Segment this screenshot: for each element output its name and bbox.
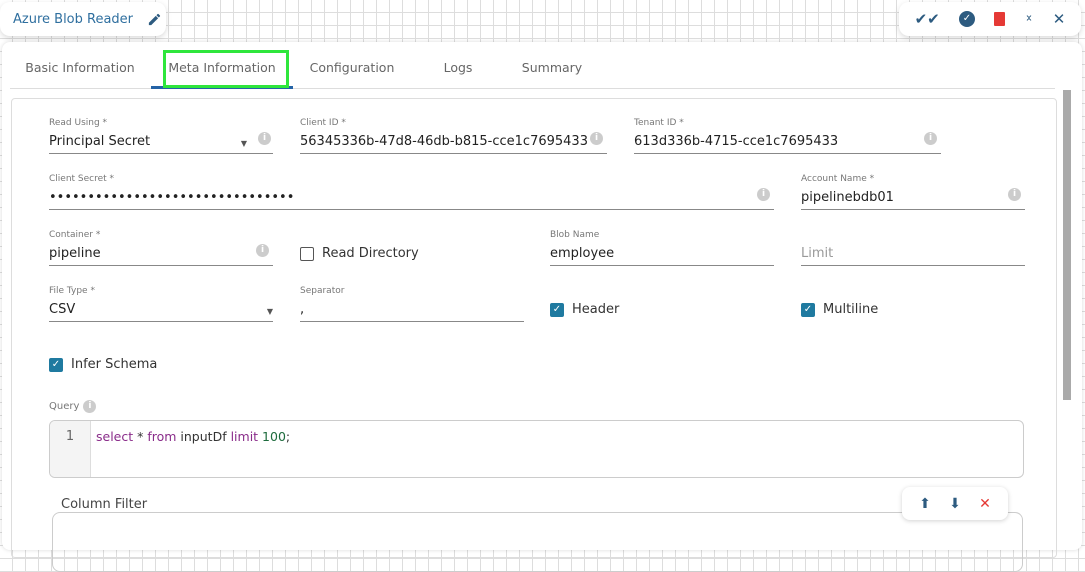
query-label-row: Query i (49, 400, 97, 413)
field-label: Client Secret * (49, 174, 115, 184)
column-filter-fieldset (52, 512, 1023, 572)
clear-x-icon[interactable]: ✕ (979, 496, 991, 512)
window-actions: ✔✔ ✓ ⌄ ⌃ ✕ (899, 2, 1081, 36)
field-value: CSV (49, 302, 76, 317)
component-title-box: Azure Blob Reader (0, 2, 166, 36)
field-value: , (300, 302, 305, 317)
checkbox-checked-icon[interactable]: ✓ (801, 302, 815, 317)
edit-pencil-icon[interactable] (147, 12, 162, 27)
meta-form (11, 98, 1057, 558)
account-name-input[interactable]: Account Name * pipelinebdb01 i (801, 174, 1025, 210)
checkbox-label: Read Directory (322, 246, 419, 261)
checkbox-box[interactable] (300, 246, 314, 261)
checkbox-label: Multiline (823, 302, 879, 317)
close-icon[interactable]: ✕ (1053, 10, 1066, 28)
keyword: limit (230, 429, 259, 444)
file-type-select[interactable]: File Type * CSV ▼ (49, 286, 273, 322)
client-secret-input[interactable]: Client Secret * ••••••••••••••••••••••••… (49, 174, 774, 210)
field-label: Blob Name (550, 230, 600, 240)
code-text: inputDf (176, 429, 231, 444)
keyword: select (96, 429, 134, 444)
checkbox-label: Header (572, 302, 620, 317)
field-value: 56345336b-47d8-46db-b815-cce1c7695433 (300, 134, 588, 149)
info-icon: i (258, 132, 271, 145)
field-value: Principal Secret (49, 134, 151, 149)
code-text: * (133, 429, 148, 444)
checkbox-checked-icon[interactable]: ✓ (550, 302, 564, 317)
field-value: pipelinebdb01 (801, 190, 894, 205)
caret-down-icon: ▼ (240, 139, 247, 148)
tab-basic-information[interactable]: Basic Information (20, 50, 140, 89)
limit-placeholder: Limit (801, 246, 834, 261)
scrollbar[interactable] (1063, 90, 1071, 400)
component-title: Azure Blob Reader (13, 11, 134, 27)
field-label: Container * (49, 230, 101, 240)
query-editor[interactable]: 1 select * from inputDf limit 100; (49, 420, 1024, 478)
field-value: 613d336b-4715-cce1c7695433 (634, 134, 839, 149)
field-label: Read Using * (49, 118, 108, 128)
tenant-id-input[interactable]: Tenant ID * 613d336b-4715-cce1c7695433 i (634, 118, 941, 154)
field-value: employee (550, 246, 615, 261)
field-label: Client ID * (300, 118, 346, 128)
cloud-upload-icon[interactable]: ⬆ (919, 496, 931, 512)
container-input[interactable]: Container * pipeline i (49, 230, 273, 266)
column-filter-label: Column Filter (58, 497, 151, 512)
info-icon: i (1008, 188, 1021, 201)
field-value: pipeline (49, 246, 101, 261)
checkbox-label: Infer Schema (71, 357, 158, 372)
save-check-circle-icon[interactable]: ✓ (958, 11, 975, 27)
tab-logs[interactable]: Logs (430, 50, 486, 89)
column-filter-actions: ⬆ ⬇ ✕ (902, 487, 1008, 520)
keyword: from (147, 429, 177, 444)
field-label: File Type * (49, 286, 95, 296)
highlight-box (163, 50, 289, 88)
query-code[interactable]: select * from inputDf limit 100; (91, 421, 295, 477)
limit-input[interactable]: Limit (801, 230, 1025, 266)
field-label: Account Name * (801, 174, 875, 184)
field-label: Tenant ID * (634, 118, 684, 128)
blob-name-input[interactable]: Blob Name employee (550, 230, 774, 266)
info-icon: i (256, 244, 269, 257)
delete-trash-icon[interactable] (994, 12, 1006, 26)
field-label: Separator (300, 286, 345, 296)
info-icon: i (757, 188, 770, 201)
separator-input[interactable]: Separator , (300, 286, 524, 322)
client-id-input[interactable]: Client ID * 56345336b-47d8-46db-b815-cce… (300, 118, 607, 154)
infer-schema-checkbox[interactable]: ✓ Infer Schema (49, 357, 157, 372)
line-number: 1 (50, 421, 91, 477)
cloud-download-icon[interactable]: ⬇ (949, 496, 961, 512)
info-icon: i (590, 132, 603, 145)
collapse-icon[interactable]: ⌄ ⌃ (1024, 9, 1033, 28)
validate-all-icon[interactable]: ✔✔ (915, 10, 940, 28)
info-icon: i (83, 400, 97, 413)
read-directory-checkbox[interactable]: Read Directory (300, 246, 419, 261)
tab-summary[interactable]: Summary (510, 50, 594, 89)
query-label: Query (49, 401, 80, 412)
caret-down-icon: ▼ (266, 307, 273, 316)
code-number: 100 (258, 429, 286, 444)
code-text: ; (285, 429, 291, 444)
header-checkbox[interactable]: ✓ Header (550, 302, 619, 317)
tab-configuration[interactable]: Configuration (302, 50, 402, 89)
info-icon: i (924, 132, 937, 145)
multiline-checkbox[interactable]: ✓ Multiline (801, 302, 878, 317)
field-value: •••••••••••••••••••••••••••••••• (49, 190, 295, 205)
checkbox-checked-icon[interactable]: ✓ (49, 357, 63, 372)
read-using-select[interactable]: Read Using * Principal Secret ▼ i (49, 118, 273, 154)
